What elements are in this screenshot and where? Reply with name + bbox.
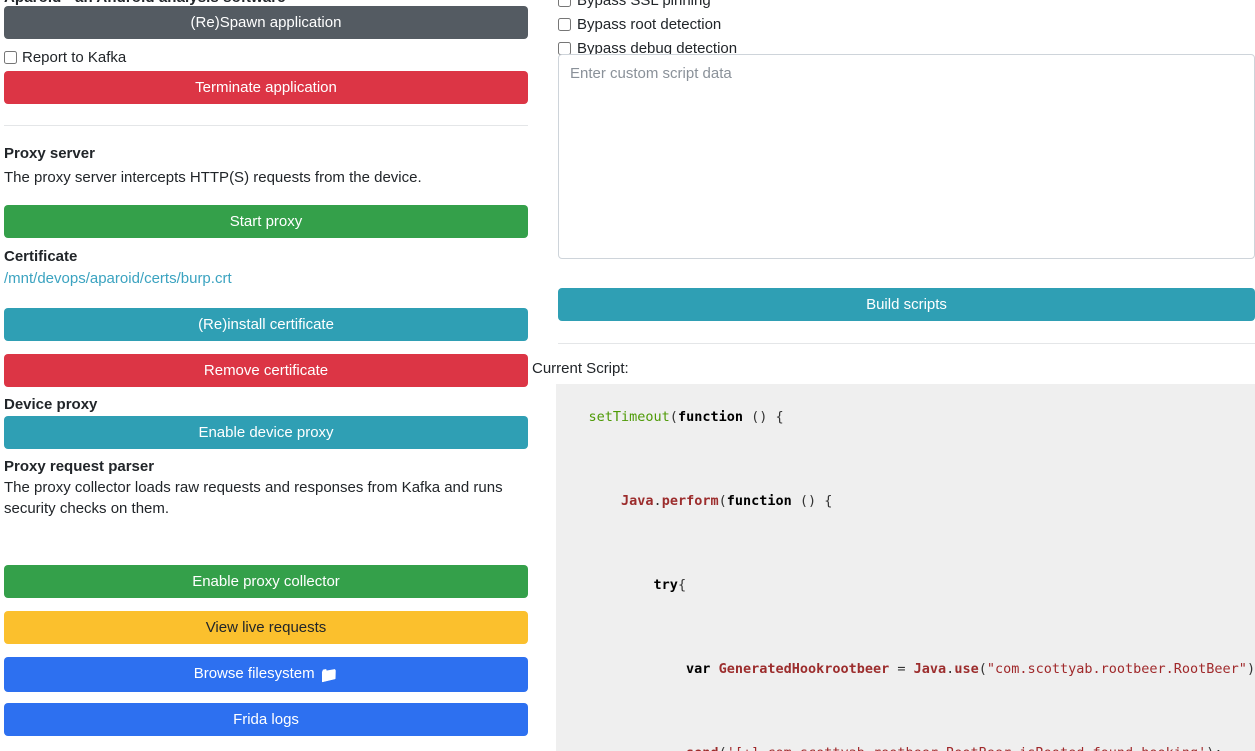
enable-proxy-collector-row: Enable proxy collector [4, 565, 528, 598]
bypass-root-detection-label: Bypass root detection [577, 15, 721, 34]
start-proxy-button[interactable]: Start proxy [4, 205, 528, 238]
bypass-options-list: Bypass SSL pinning Bypass root detection… [558, 0, 737, 60]
frida-logs-row: Frida logs [4, 703, 528, 736]
browse-filesystem-label: Browse filesystem [194, 665, 315, 682]
view-live-requests-row: View live requests [4, 611, 528, 644]
right-divider [558, 343, 1255, 344]
proxy-request-parser-description: The proxy collector loads raw requests a… [4, 477, 528, 519]
enable-proxy-collector-button[interactable]: Enable proxy collector [4, 565, 528, 598]
left-divider [4, 125, 528, 126]
custom-script-input[interactable] [558, 54, 1255, 259]
app-root: Aparoid - an Android analysis software (… [0, 0, 1255, 751]
enable-device-proxy-button[interactable]: Enable device proxy [4, 416, 528, 449]
frida-logs-button[interactable]: Frida logs [4, 703, 528, 736]
report-to-kafka-label: Report to Kafka [22, 48, 126, 67]
report-to-kafka-row[interactable]: Report to Kafka [4, 48, 126, 67]
proxy-server-heading: Proxy server [4, 144, 95, 163]
reinstall-certificate-row: (Re)install certificate [4, 308, 528, 341]
device-proxy-heading: Device proxy [4, 395, 97, 414]
enable-device-proxy-row: Enable device proxy [4, 416, 528, 449]
remove-certificate-button[interactable]: Remove certificate [4, 354, 528, 387]
reinstall-certificate-button[interactable]: (Re)install certificate [4, 308, 528, 341]
view-live-requests-button[interactable]: View live requests [4, 611, 528, 644]
terminate-application-button[interactable]: Terminate application [4, 71, 528, 104]
respawn-application-button[interactable]: (Re)Spawn application [4, 6, 528, 39]
respawn-application-row: (Re)Spawn application [4, 6, 528, 39]
bypass-ssl-pinning-row[interactable]: Bypass SSL pinning [558, 0, 737, 12]
bypass-ssl-pinning-checkbox[interactable] [558, 0, 571, 7]
build-scripts-button[interactable]: Build scripts [558, 288, 1255, 321]
bypass-root-detection-checkbox[interactable] [558, 18, 571, 31]
terminate-application-row: Terminate application [4, 71, 528, 104]
proxy-server-description: The proxy server intercepts HTTP(S) requ… [4, 167, 528, 188]
folder-icon: 📁 [320, 666, 339, 685]
browse-filesystem-row: Browse filesystem 📁 [4, 657, 528, 692]
remove-certificate-row: Remove certificate [4, 354, 528, 387]
browse-filesystem-button[interactable]: Browse filesystem 📁 [4, 657, 528, 692]
start-proxy-row: Start proxy [4, 205, 528, 238]
build-scripts-row: Build scripts [558, 288, 1255, 321]
current-script-label: Current Script: [532, 359, 629, 379]
right-panel: Bypass SSL pinning Bypass root detection… [532, 0, 1255, 751]
current-script-code-block: setTimeout(function () { Java.perform(fu… [556, 384, 1255, 751]
certificate-path-link[interactable]: /mnt/devops/aparoid/certs/burp.crt [4, 269, 232, 289]
left-panel: Aparoid - an Android analysis software (… [4, 0, 528, 751]
bypass-root-detection-row[interactable]: Bypass root detection [558, 12, 737, 36]
proxy-request-parser-heading: Proxy request parser [4, 457, 154, 476]
certificate-heading: Certificate [4, 247, 77, 266]
report-to-kafka-checkbox[interactable] [4, 51, 17, 64]
bypass-ssl-pinning-label: Bypass SSL pinning [577, 0, 711, 10]
current-script-code: setTimeout(function () { Java.perform(fu… [556, 396, 1255, 751]
bypass-debug-detection-checkbox[interactable] [558, 42, 571, 55]
